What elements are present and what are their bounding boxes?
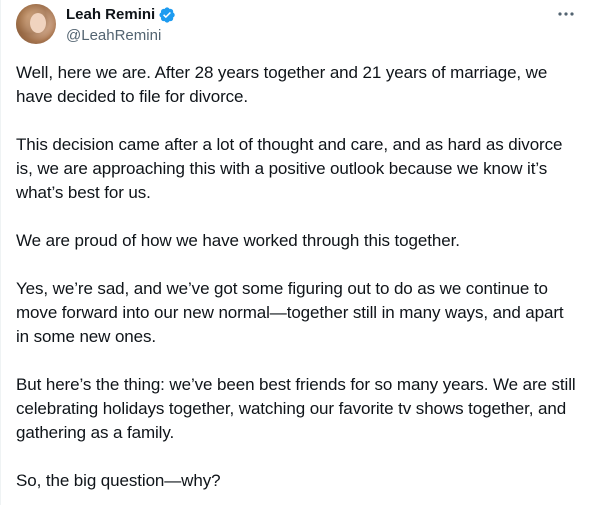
tweet-text: Well, here we are. After 28 years togeth… — [16, 61, 576, 505]
avatar[interactable] — [16, 4, 56, 44]
tweet-paragraph: This decision came after a lot of though… — [16, 135, 563, 202]
author-name-row[interactable]: Leah Remini — [66, 5, 176, 25]
verified-badge-icon — [159, 7, 175, 23]
tweet-paragraph: Yes, we’re sad, and we’ve got some figur… — [16, 279, 564, 346]
tweet-paragraph: Well, here we are. After 28 years togeth… — [16, 63, 548, 106]
more-options-button[interactable] — [553, 4, 579, 24]
more-options-icon — [558, 12, 574, 16]
author-display-name[interactable]: Leah Remini — [66, 5, 155, 25]
avatar-face — [30, 13, 46, 33]
author-handle[interactable]: @LeahRemini — [66, 26, 161, 46]
tweet-paragraph: So, the big question—why? — [16, 471, 221, 490]
tweet-card: Leah Remini @LeahRemini Well, here we ar… — [0, 0, 591, 505]
divider — [0, 0, 1, 505]
tweet-paragraph: We are proud of how we have worked throu… — [16, 231, 460, 250]
tweet-paragraph: But here’s the thing: we’ve been best fr… — [16, 375, 576, 442]
